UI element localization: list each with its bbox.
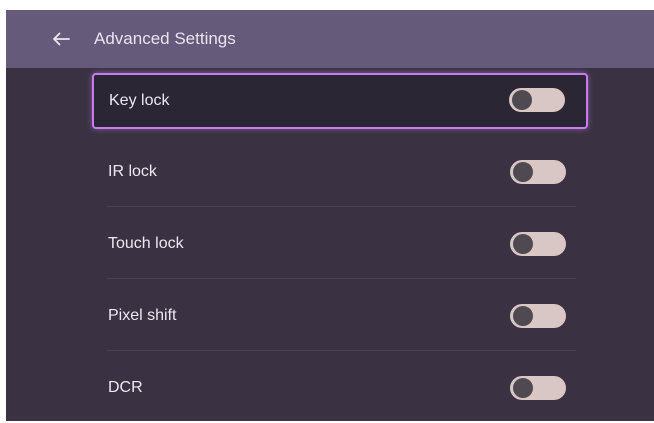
setting-row-pixel-shift[interactable]: Pixel shift <box>92 281 588 351</box>
toggle-knob <box>512 90 532 110</box>
settings-screen: Advanced Settings Key lock IR lock Touch… <box>6 10 654 421</box>
setting-label: Touch lock <box>108 235 184 252</box>
back-button[interactable] <box>46 24 76 54</box>
setting-label: DCR <box>108 379 143 396</box>
setting-row-touch-lock[interactable]: Touch lock <box>92 209 588 279</box>
toggle-knob <box>513 162 533 182</box>
ir-lock-toggle[interactable] <box>510 160 566 184</box>
setting-label: Pixel shift <box>108 307 177 324</box>
toggle-knob <box>513 234 533 254</box>
setting-row-ir-lock[interactable]: IR lock <box>92 137 588 207</box>
pixel-shift-toggle[interactable] <box>510 304 566 328</box>
arrow-left-icon <box>52 32 70 46</box>
touch-lock-toggle[interactable] <box>510 232 566 256</box>
toggle-knob <box>513 306 533 326</box>
row-divider <box>106 278 576 279</box>
row-divider <box>106 350 576 351</box>
app-header: Advanced Settings <box>6 10 654 68</box>
setting-row-dcr[interactable]: DCR <box>92 353 588 421</box>
setting-label: Key lock <box>109 92 170 109</box>
dcr-toggle[interactable] <box>510 376 566 400</box>
row-divider <box>106 206 576 207</box>
key-lock-toggle[interactable] <box>509 88 565 112</box>
settings-list: Key lock IR lock Touch lock Pixel shift <box>92 73 588 421</box>
page-title: Advanced Settings <box>94 29 236 48</box>
toggle-knob <box>513 378 533 398</box>
setting-row-key-lock[interactable]: Key lock <box>92 73 588 129</box>
setting-label: IR lock <box>108 163 157 180</box>
